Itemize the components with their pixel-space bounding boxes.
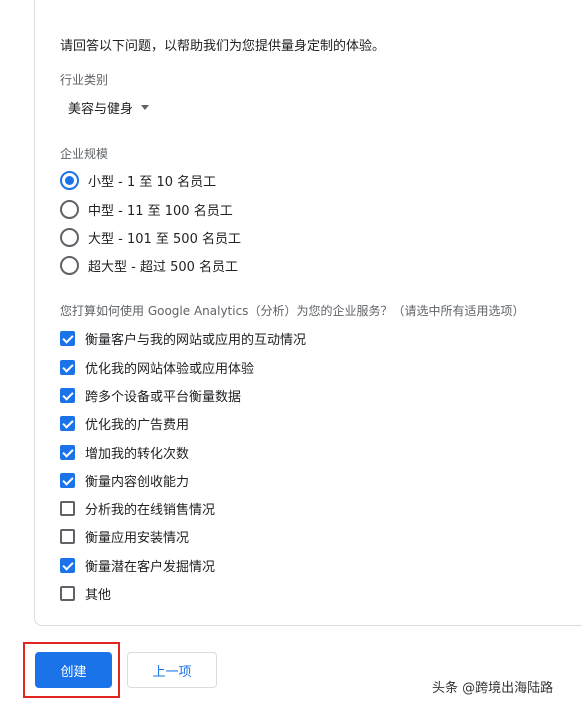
checkbox-label: 衡量应用安装情况 (85, 531, 190, 546)
checkbox-label: 优化我的广告费用 (85, 418, 190, 433)
checkbox-label: 衡量潜在客户发掘情况 (85, 560, 216, 575)
watermark-text: 头条 @跨境出海陆路 (432, 681, 554, 696)
radio-label: 中型 - 11 至 100 名员工 (88, 204, 233, 219)
checkbox-option[interactable]: 衡量应用安装情况 (60, 527, 189, 546)
checkbox-label: 其他 (85, 588, 112, 603)
radio-option-large[interactable]: 大型 - 101 至 500 名员工 (60, 228, 241, 247)
business-size-label: 企业规模 (60, 147, 109, 161)
page: 请回答以下问题，以帮助我们为您提供量身定制的体验。 行业类别 美容与健身 企业规… (0, 0, 582, 708)
checkbox-label: 优化我的网站体验或应用体验 (85, 362, 255, 377)
industry-selected-value: 美容与健身 (68, 102, 134, 117)
radio-option-small[interactable]: 小型 - 1 至 10 名员工 (60, 171, 216, 190)
checkbox-checked-icon[interactable] (60, 360, 75, 375)
checkbox-label: 衡量内容创收能力 (85, 475, 190, 490)
checkbox-label: 衡量客户与我的网站或应用的互动情况 (85, 333, 307, 348)
checkbox-label: 增加我的转化次数 (85, 447, 190, 462)
checkbox-unchecked-icon[interactable] (60, 501, 75, 516)
checkbox-checked-icon[interactable] (60, 416, 75, 431)
checkbox-checked-icon[interactable] (60, 331, 75, 346)
usage-question-label: 您打算如何使用 Google Analytics（分析）为您的企业服务？（请选中… (60, 304, 525, 318)
checkbox-checked-icon[interactable] (60, 558, 75, 573)
radio-label: 大型 - 101 至 500 名员工 (88, 232, 241, 247)
checkbox-option[interactable]: 增加我的转化次数 (60, 443, 189, 462)
checkbox-option[interactable]: 分析我的在线销售情况 (60, 499, 215, 518)
checkbox-label: 跨多个设备或平台衡量数据 (85, 390, 242, 405)
radio-checked-icon[interactable] (60, 171, 79, 190)
checkbox-option[interactable]: 衡量内容创收能力 (60, 471, 189, 490)
checkbox-option[interactable]: 优化我的广告费用 (60, 414, 189, 433)
checkbox-unchecked-icon[interactable] (60, 586, 75, 601)
industry-label: 行业类别 (60, 73, 109, 87)
radio-option-medium[interactable]: 中型 - 11 至 100 名员工 (60, 200, 233, 219)
checkbox-option[interactable]: 跨多个设备或平台衡量数据 (60, 386, 241, 405)
caret-down-icon (141, 105, 150, 110)
checkbox-checked-icon[interactable] (60, 473, 75, 488)
checkbox-checked-icon[interactable] (60, 388, 75, 403)
checkbox-unchecked-icon[interactable] (60, 529, 75, 544)
industry-dropdown[interactable]: 美容与健身 (68, 98, 150, 117)
radio-label: 小型 - 1 至 10 名员工 (88, 175, 217, 190)
previous-button[interactable]: 上一项 (127, 652, 217, 688)
checkbox-option[interactable]: 其他 (60, 584, 111, 603)
checkbox-checked-icon[interactable] (60, 445, 75, 460)
radio-unchecked-icon[interactable] (60, 228, 79, 247)
radio-option-xlarge[interactable]: 超大型 - 超过 500 名员工 (60, 256, 238, 275)
intro-text: 请回答以下问题，以帮助我们为您提供量身定制的体验。 (60, 39, 386, 54)
radio-unchecked-icon[interactable] (60, 256, 79, 275)
checkbox-option[interactable]: 衡量客户与我的网站或应用的互动情况 (60, 329, 306, 348)
radio-label: 超大型 - 超过 500 名员工 (88, 260, 239, 275)
checkbox-option[interactable]: 衡量潜在客户发掘情况 (60, 556, 215, 575)
checkbox-option[interactable]: 优化我的网站体验或应用体验 (60, 358, 254, 377)
create-button[interactable]: 创建 (35, 652, 112, 688)
radio-unchecked-icon[interactable] (60, 200, 79, 219)
checkbox-label: 分析我的在线销售情况 (85, 503, 216, 518)
